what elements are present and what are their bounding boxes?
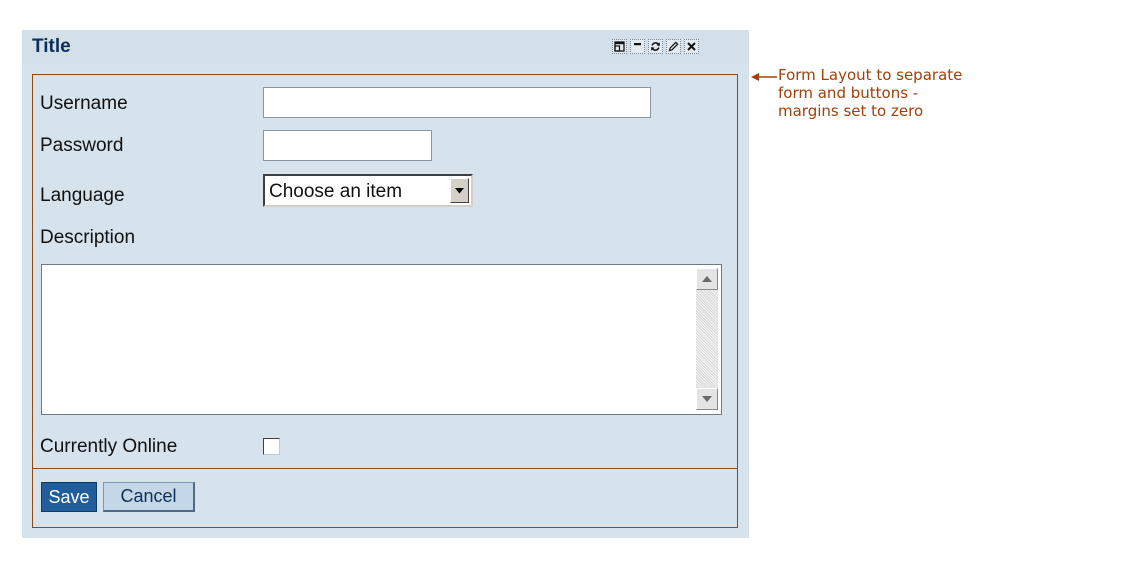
language-label: Language <box>40 185 125 206</box>
description-textarea[interactable] <box>41 264 722 415</box>
save-button[interactable]: Save <box>41 482 97 512</box>
form-panel: Title Username Password Language Choose … <box>22 30 749 538</box>
scroll-down-icon[interactable] <box>696 388 718 410</box>
close-icon[interactable] <box>684 39 699 54</box>
online-label: Currently Online <box>40 436 178 457</box>
cancel-button[interactable]: Cancel <box>103 482 195 512</box>
annotation-line: form and buttons - <box>778 84 919 102</box>
description-label: Description <box>40 227 136 248</box>
annotation-line: margins set to zero <box>778 102 924 120</box>
panel-titlebar: Title <box>22 30 749 64</box>
password-label: Password <box>40 135 124 156</box>
refresh-icon[interactable] <box>648 39 663 54</box>
panel-title: Title <box>32 36 71 57</box>
form-layout: Username Password Language Choose an ite… <box>32 74 738 528</box>
layout-annotation: Form Layout to separate form and buttons… <box>778 66 1038 120</box>
password-input[interactable] <box>263 130 432 161</box>
scroll-up-icon[interactable] <box>696 268 718 290</box>
username-input[interactable] <box>263 87 651 118</box>
annotation-arrow-icon <box>751 73 777 81</box>
language-select[interactable]: Choose an item <box>263 174 473 207</box>
textarea-scrollbar[interactable] <box>696 268 718 410</box>
annotation-line: Form Layout to separate <box>778 66 963 84</box>
buttons-separator <box>33 468 737 469</box>
edit-icon[interactable] <box>666 39 681 54</box>
language-selected-value: Choose an item <box>269 181 403 202</box>
username-label: Username <box>40 93 128 114</box>
panel-toolbar <box>612 39 699 54</box>
minimize-icon[interactable] <box>630 39 645 54</box>
restore-icon[interactable] <box>612 39 627 54</box>
online-checkbox[interactable] <box>263 438 280 455</box>
chevron-down-icon[interactable] <box>450 178 469 203</box>
